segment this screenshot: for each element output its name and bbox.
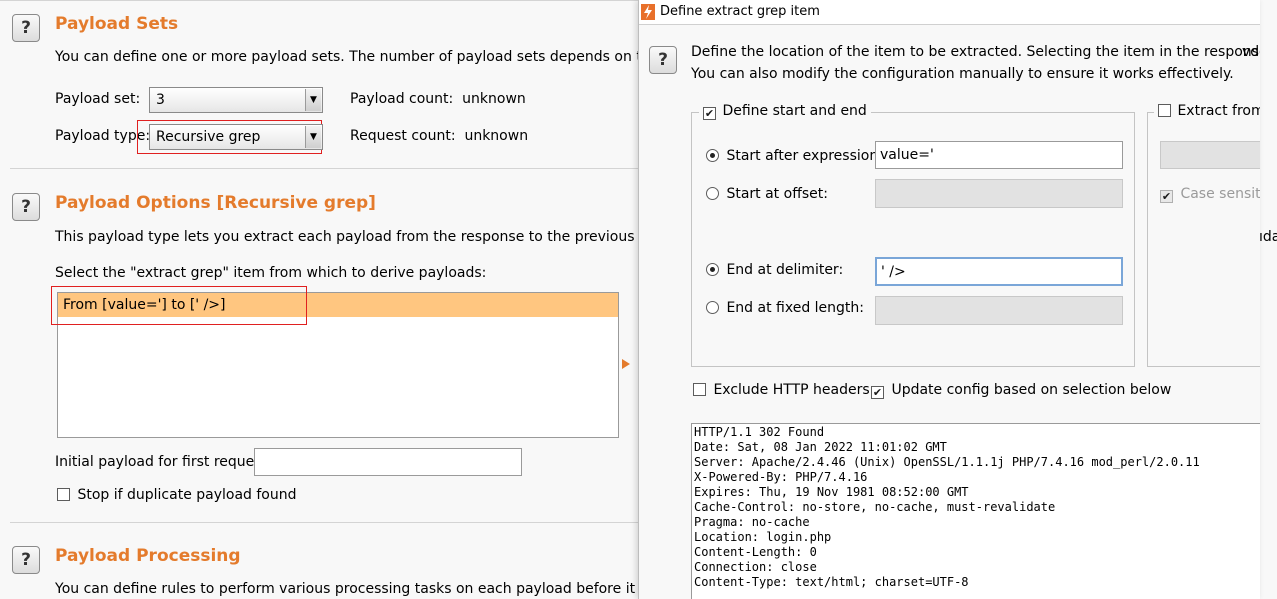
payload-set-label: Payload set:: [55, 91, 141, 107]
response-line: Content-Length: 0: [694, 545, 817, 559]
chevron-down-icon: ▼: [305, 126, 321, 148]
response-line: X-Powered-By: PHP/7.4.16: [694, 470, 868, 484]
response-line: Cache-Control: no-store, no-cache, must-…: [694, 500, 1056, 514]
exclude-http-label: Exclude HTTP headers: [713, 382, 870, 398]
start-offset-input[interactable]: [875, 179, 1123, 208]
end-delimiter-label: End at delimiter:: [726, 262, 844, 278]
dialog-title: Define extract grep item: [660, 4, 820, 19]
response-line: Content-Type: text/html; charset=UTF-8: [694, 575, 969, 589]
payload-processing-description: You can define rules to perform various …: [55, 581, 689, 597]
response-line: HTTP/1.1 302 Found: [694, 425, 825, 439]
extract-from-label: Extract from: [1177, 103, 1260, 119]
define-start-end-option[interactable]: Define start and end: [699, 103, 871, 120]
start-after-label: Start after expression:: [726, 148, 883, 164]
case-sensitive-option[interactable]: Case sensit: [1160, 186, 1260, 203]
stop-duplicate-label: Stop if duplicate payload found: [77, 487, 297, 503]
burp-logo-icon: [641, 4, 655, 20]
question-icon: ?: [21, 197, 31, 217]
payload-set-value: 3: [156, 92, 165, 108]
end-delimiter-input[interactable]: ' />: [875, 257, 1123, 286]
payload-options-title: Payload Options [Recursive grep]: [55, 193, 376, 213]
payload-type-dropdown[interactable]: Recursive grep ▼: [149, 124, 323, 150]
define-start-end-label: Define start and end: [722, 103, 867, 119]
payload-options-help-button[interactable]: ?: [12, 193, 40, 221]
exclude-http-checkbox[interactable]: [693, 383, 706, 396]
stop-duplicate-checkbox[interactable]: [57, 488, 70, 501]
define-start-end-checkbox[interactable]: [703, 107, 716, 120]
cut-description-text: ıdata: [1259, 229, 1277, 245]
payload-type-value: Recursive grep: [156, 129, 261, 145]
end-delimiter-option[interactable]: End at delimiter:: [706, 262, 843, 278]
update-config-checkbox[interactable]: [871, 386, 884, 399]
extract-from-option[interactable]: Extract from: [1154, 103, 1260, 119]
payload-processing-help-button[interactable]: ?: [12, 546, 40, 574]
response-line: Pragma: no-cache: [694, 515, 810, 529]
extract-grep-dialog: Define extract grep item ? Define the lo…: [638, 0, 1260, 599]
end-fixed-input[interactable]: [875, 296, 1123, 325]
start-offset-radio[interactable]: [706, 187, 719, 200]
start-after-input[interactable]: value=': [875, 141, 1123, 169]
question-icon: ?: [21, 550, 31, 570]
response-line: Connection: close: [694, 560, 817, 574]
extract-from-checkbox[interactable]: [1158, 104, 1171, 117]
end-fixed-option[interactable]: End at fixed length:: [706, 300, 864, 316]
dialog-help-button[interactable]: ?: [649, 46, 677, 74]
payload-processing-title: Payload Processing: [55, 546, 241, 566]
start-offset-label: Start at offset:: [726, 186, 828, 202]
dialog-titlebar: Define extract grep item: [639, 0, 1260, 25]
payload-options-description: This payload type lets you extract each …: [55, 229, 693, 245]
question-icon: ?: [658, 50, 668, 70]
extract-from-input[interactable]: [1160, 141, 1260, 169]
payload-count-label: Payload count: unknown: [350, 91, 526, 107]
payload-sets-title: Payload Sets: [55, 14, 179, 34]
dialog-description-line1: Define the location of the item to be ex…: [691, 44, 1260, 60]
extract-item-highlight: [51, 286, 307, 325]
start-after-radio[interactable]: [706, 149, 719, 162]
end-fixed-radio[interactable]: [706, 301, 719, 314]
case-sensitive-label: Case sensit: [1180, 186, 1260, 202]
end-delimiter-radio[interactable]: [706, 263, 719, 276]
update-config-option[interactable]: Update config based on selection below: [871, 382, 1171, 399]
extract-grep-select-label: Select the "extract grep" item from whic…: [55, 265, 487, 281]
chevron-down-icon: ▼: [305, 89, 321, 111]
update-config-label: Update config based on selection below: [891, 382, 1172, 398]
case-sensitive-checkbox[interactable]: [1160, 190, 1173, 203]
question-icon: ?: [21, 18, 31, 38]
end-fixed-label: End at fixed length:: [726, 300, 864, 316]
payload-type-label: Payload type:: [55, 128, 151, 144]
response-line: Date: Sat, 08 Jan 2022 11:01:02 GMT: [694, 440, 947, 454]
stop-duplicate-option[interactable]: Stop if duplicate payload found: [57, 487, 297, 503]
response-line: Expires: Thu, 19 Nov 1981 08:52:00 GMT: [694, 485, 969, 499]
start-offset-option[interactable]: Start at offset:: [706, 186, 828, 202]
triangle-right-icon: [622, 359, 630, 369]
exclude-http-option[interactable]: Exclude HTTP headers: [693, 382, 870, 398]
payload-set-dropdown[interactable]: 3 ▼: [149, 87, 323, 113]
dialog-description-line1-cut: vd e: [1242, 44, 1260, 60]
start-after-option[interactable]: Start after expression:: [706, 148, 883, 164]
payload-sets-description: You can define one or more payload sets.…: [55, 49, 692, 65]
payload-count-value: unknown: [462, 91, 526, 107]
request-count-label: Request count: unknown: [350, 128, 529, 144]
top-divider: [0, 0, 640, 1]
initial-payload-label: Initial payload for first request:: [55, 454, 272, 470]
dialog-description-line2: You can also modify the configuration ma…: [691, 66, 1234, 82]
background-strip: [1259, 0, 1277, 599]
section-divider: [10, 522, 640, 523]
request-count-value: unknown: [464, 128, 529, 144]
response-line: Location: login.php: [694, 530, 832, 544]
response-line: Server: Apache/2.4.46 (Unix) OpenSSL/1.1…: [694, 455, 1200, 469]
initial-payload-input[interactable]: [254, 448, 522, 476]
response-panel[interactable]: HTTP/1.1 302 Found Date: Sat, 08 Jan 202…: [691, 423, 1260, 599]
payload-sets-help-button[interactable]: ?: [12, 14, 40, 42]
section-divider: [10, 168, 640, 169]
